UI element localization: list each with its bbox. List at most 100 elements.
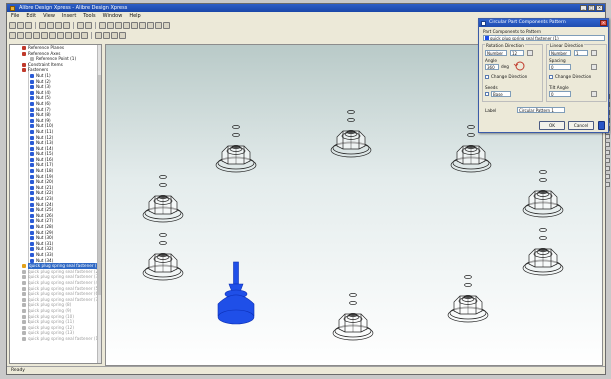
components-label: Part Components to Pattern xyxy=(483,29,542,34)
mirror-icon[interactable] xyxy=(65,31,72,39)
section-icon[interactable] xyxy=(605,158,610,163)
maximize-icon[interactable]: □ xyxy=(588,5,595,11)
nut-model[interactable] xyxy=(447,275,489,323)
dialog-close-icon[interactable]: × xyxy=(600,20,607,26)
nut-model[interactable] xyxy=(332,293,374,341)
zoom-in-icon[interactable] xyxy=(123,21,130,29)
tree-item[interactable]: quick plug spring seal fastener (14) xyxy=(10,336,101,342)
zoom-fit-icon[interactable] xyxy=(139,21,146,29)
ok-button[interactable]: OK xyxy=(539,121,565,130)
rotation-change-direction-checkbox[interactable] xyxy=(485,75,489,79)
wireframe-icon[interactable] xyxy=(605,166,610,171)
toolbar-separator xyxy=(35,21,36,29)
shaded-icon[interactable] xyxy=(605,182,610,187)
align-icon[interactable] xyxy=(33,31,40,39)
view-normal-icon[interactable] xyxy=(605,150,610,155)
show-icon[interactable] xyxy=(81,31,88,39)
part-icon xyxy=(30,185,34,190)
selected-fastener-part[interactable] xyxy=(217,261,255,325)
zoom-out-icon[interactable] xyxy=(131,21,138,29)
menu-help[interactable]: Help xyxy=(129,12,140,20)
gray-icon xyxy=(22,331,26,336)
rotate-icon[interactable] xyxy=(107,21,114,29)
design-explorer-tree[interactable]: Reference Planes Reference Axes Reference … xyxy=(9,44,102,364)
view-orient-icon[interactable] xyxy=(155,21,162,29)
cut-icon[interactable] xyxy=(47,21,54,29)
cancel-button[interactable]: Cancel xyxy=(568,121,594,130)
gray-icon xyxy=(22,336,26,341)
spacing-input[interactable]: 0 xyxy=(549,64,571,70)
rotation-count-input[interactable]: 12 xyxy=(510,50,524,56)
menu-file[interactable]: File xyxy=(11,12,19,20)
pan-icon[interactable] xyxy=(115,21,122,29)
part-icon xyxy=(30,225,34,229)
linear-change-direction-label: Change Direction xyxy=(555,74,592,79)
undo-icon[interactable] xyxy=(77,21,84,29)
linear-direction-picker[interactable] xyxy=(591,64,597,70)
measure-icon[interactable] xyxy=(95,31,102,39)
nut-model[interactable] xyxy=(215,125,257,173)
part-icon xyxy=(30,252,34,257)
gray-icon xyxy=(22,303,26,308)
hide-icon[interactable] xyxy=(73,31,80,39)
copy-icon[interactable] xyxy=(55,21,62,29)
menu-insert[interactable]: Insert xyxy=(62,12,76,20)
assembly-icon xyxy=(22,62,26,67)
nut-model[interactable] xyxy=(142,175,184,223)
insert-assembly-icon[interactable] xyxy=(17,31,24,39)
tree-scrollbar-thumb[interactable] xyxy=(98,75,101,295)
select-icon[interactable] xyxy=(99,21,106,29)
tilt-input[interactable]: 0 xyxy=(549,91,571,97)
save-icon[interactable] xyxy=(25,21,32,29)
rotation-type-select[interactable]: Number xyxy=(485,50,507,56)
part-icon xyxy=(30,163,34,168)
linear-count-spinner[interactable] xyxy=(591,50,597,56)
point-icon xyxy=(30,57,34,62)
zoom-window-icon[interactable] xyxy=(147,21,154,29)
hidden-line-icon[interactable] xyxy=(605,174,610,179)
insert-part-icon[interactable] xyxy=(9,31,16,39)
rotation-direction-icon[interactable] xyxy=(513,60,527,72)
linear-type-select[interactable]: Number xyxy=(549,50,571,56)
linear-count-input[interactable]: 1 xyxy=(574,50,588,56)
menu-window[interactable]: Window xyxy=(103,12,123,20)
gray-icon xyxy=(22,314,26,319)
tree-scrollbar[interactable] xyxy=(97,45,101,363)
components-list[interactable]: quick plug spring seal fastener (1) xyxy=(483,35,605,41)
angle-input[interactable]: 360 xyxy=(485,64,499,70)
tangent-icon[interactable] xyxy=(49,31,56,39)
nut-model[interactable] xyxy=(142,233,184,281)
view-left-icon[interactable] xyxy=(605,142,610,147)
redo-icon[interactable] xyxy=(85,21,92,29)
pattern-icon[interactable] xyxy=(57,31,64,39)
axis-icon xyxy=(22,51,26,56)
help-icon[interactable] xyxy=(598,121,605,130)
menu-tools[interactable]: Tools xyxy=(83,12,95,20)
nut-model[interactable] xyxy=(330,110,372,158)
spacing-value: 0 xyxy=(551,65,554,70)
nut-model[interactable] xyxy=(522,228,564,276)
open-icon[interactable] xyxy=(17,21,24,29)
label-input[interactable]: Circular Pattern 1 xyxy=(517,107,565,113)
seeds-field[interactable]: Base xyxy=(491,91,511,97)
shading-icon[interactable] xyxy=(163,21,170,29)
print-icon[interactable] xyxy=(39,21,46,29)
orient-icon[interactable] xyxy=(41,31,48,39)
view-bottom-icon[interactable] xyxy=(605,134,610,139)
interference-icon[interactable] xyxy=(103,31,110,39)
paste-icon[interactable] xyxy=(63,21,70,29)
menu-edit[interactable]: Edit xyxy=(26,12,36,20)
menu-view[interactable]: View xyxy=(43,12,55,20)
minimize-icon[interactable]: _ xyxy=(580,5,587,11)
linear-change-direction-checkbox[interactable] xyxy=(549,75,553,79)
close-icon[interactable]: × xyxy=(596,5,603,11)
nut-model[interactable] xyxy=(522,170,564,218)
drawing-icon[interactable] xyxy=(119,31,126,39)
tilt-spinner[interactable] xyxy=(591,91,597,97)
explode-icon[interactable] xyxy=(111,31,118,39)
new-icon[interactable] xyxy=(9,21,16,29)
mate-icon[interactable] xyxy=(25,31,32,39)
seeds-checkbox[interactable] xyxy=(485,92,489,96)
selected-icon xyxy=(22,264,26,269)
rotation-count-spinner[interactable] xyxy=(527,50,533,56)
